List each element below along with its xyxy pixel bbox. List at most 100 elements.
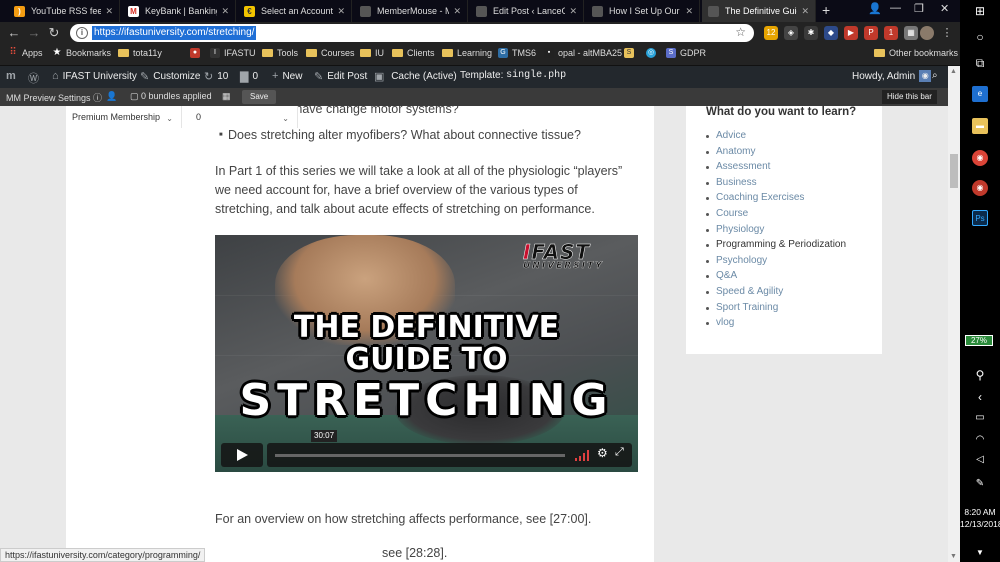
membermouse-logo-icon[interactable]: m: [6, 70, 20, 82]
wifi-icon[interactable]: ◠: [960, 434, 1000, 445]
cache-link[interactable]: ▣ Cache (Active): [374, 70, 457, 83]
bookmark-tota11y[interactable]: tota11y: [118, 48, 162, 58]
bookmark-star-icon[interactable]: ☆: [735, 25, 746, 39]
volume-tray-icon[interactable]: ◁: [960, 454, 1000, 465]
tab-select-account[interactable]: € Select an Account | M ✕: [238, 0, 352, 22]
reload-button[interactable]: ↻: [46, 25, 62, 41]
bookmark-clients[interactable]: Clients: [392, 48, 435, 58]
windows-start-icon[interactable]: ⊞: [960, 4, 1000, 18]
scroll-down-icon[interactable]: ▼: [950, 553, 957, 560]
fullscreen-icon[interactable]: ⤢: [615, 446, 624, 459]
bookmark-iu[interactable]: IU: [360, 48, 384, 58]
bookmark-ifastu[interactable]: I IFASTU: [210, 48, 256, 58]
bookmark-gdpr[interactable]: S GDPR: [666, 48, 706, 58]
bookmark-icon-only[interactable]: ●: [190, 48, 204, 58]
pdf-icon[interactable]: P: [864, 26, 878, 40]
volume-icon[interactable]: [575, 449, 591, 461]
category-link[interactable]: Anatomy: [706, 144, 846, 160]
bookmark-sp[interactable]: S: [624, 48, 638, 58]
close-icon[interactable]: ✕: [569, 6, 577, 17]
diamond-icon[interactable]: ◆: [824, 26, 838, 40]
category-link[interactable]: Q&A: [706, 268, 846, 284]
customize-link[interactable]: ✎ Customize: [140, 70, 200, 83]
cortana-icon[interactable]: ○: [960, 30, 1000, 44]
new-tab-button[interactable]: +: [822, 2, 830, 18]
comments-link[interactable]: ▇ 0: [240, 70, 258, 83]
site-name-link[interactable]: ⌂ IFAST University: [52, 70, 137, 82]
action-center-icon[interactable]: ▼: [960, 548, 1000, 557]
close-icon[interactable]: ✕: [105, 6, 113, 17]
progress-track[interactable]: [275, 454, 565, 457]
category-link[interactable]: Speed & Agility: [706, 284, 846, 300]
scroll-up-icon[interactable]: ▲: [950, 68, 957, 75]
url-text[interactable]: https://ifastuniversity.com/stretching/: [92, 26, 257, 40]
category-link[interactable]: Psychology: [706, 253, 846, 269]
youtube-icon[interactable]: ▶: [844, 26, 858, 40]
pen-icon[interactable]: ✎: [960, 478, 1000, 489]
photoshop-icon[interactable]: Ps: [972, 210, 988, 226]
close-icon[interactable]: ✕: [453, 6, 461, 17]
tab-membermouse[interactable]: MemberMouse - Me ✕: [354, 0, 468, 22]
category-link[interactable]: Sport Training: [706, 300, 846, 316]
category-link[interactable]: Coaching Exercises: [706, 190, 846, 206]
menu-icon[interactable]: ⋮: [940, 26, 954, 40]
scrollbar-thumb[interactable]: [950, 154, 958, 188]
user-avatar-icon[interactable]: [920, 26, 934, 40]
hide-bar-button[interactable]: Hide this bar: [882, 90, 937, 104]
edge-browser-icon[interactable]: e: [972, 86, 988, 102]
bookmark-other[interactable]: Other bookmarks: [874, 48, 958, 58]
close-icon[interactable]: ✕: [801, 6, 809, 17]
tab-edit-post[interactable]: Edit Post ‹ LanceGoy ✕: [470, 0, 584, 22]
extension-badge-icon[interactable]: 12: [764, 26, 778, 40]
bookmark-learning[interactable]: Learning: [442, 48, 492, 58]
task-view-icon[interactable]: ⧉: [960, 56, 1000, 71]
info-icon[interactable]: i: [76, 27, 88, 39]
howdy-admin-link[interactable]: Howdy, Admin ◉: [852, 70, 932, 82]
system-clock[interactable]: 8:20 AM 12/13/2018: [960, 506, 1000, 530]
page-scrollbar[interactable]: ▲ ▼: [948, 66, 960, 562]
close-icon[interactable]: ✕: [221, 6, 229, 17]
bookmark-tools[interactable]: Tools: [262, 48, 298, 58]
tab-definitive-guide[interactable]: The Definitive Guide ✕: [702, 0, 816, 22]
restore-button[interactable]: ❐: [914, 2, 924, 15]
days-select[interactable]: 0 ⌄: [190, 106, 298, 128]
chevron-left-icon[interactable]: ‹: [960, 390, 1000, 404]
tab-youtube-rss[interactable]: ) YouTube RSS feeds ✕: [8, 0, 120, 22]
bookmark-globe[interactable]: ◎: [646, 48, 660, 58]
bookmark-bookmarks[interactable]: ★ Bookmarks: [52, 48, 112, 59]
category-link[interactable]: Course: [706, 206, 846, 222]
search-icon[interactable]: ⌕: [932, 70, 938, 81]
close-icon[interactable]: ✕: [337, 6, 345, 17]
people-icon[interactable]: ⚲: [960, 368, 1000, 382]
video-player[interactable]: IFAST UNIVERSITY THE DEFINITIVE GUIDE TO…: [215, 235, 638, 472]
bookmark-opal[interactable]: ▪ opal - altMBA25: [544, 48, 622, 58]
chrome-profile-icon[interactable]: ◉: [972, 180, 988, 196]
calendar-icon[interactable]: ▦: [222, 91, 231, 102]
window-close-button[interactable]: ✕: [940, 2, 949, 15]
bookmark-tms6[interactable]: G TMS6: [498, 48, 536, 58]
close-icon[interactable]: ✕: [685, 6, 693, 17]
category-link[interactable]: Business: [706, 175, 846, 191]
category-link[interactable]: Physiology: [706, 222, 846, 238]
new-content-link[interactable]: + New: [272, 70, 302, 82]
template-info[interactable]: Template: single.php: [460, 70, 566, 81]
shield-icon[interactable]: ◈: [784, 26, 798, 40]
tab-keybank[interactable]: M KeyBank | Banking, C ✕: [122, 0, 236, 22]
help-icon[interactable]: ⓘ: [93, 93, 102, 103]
category-link[interactable]: Assessment: [706, 159, 846, 175]
gear-icon[interactable]: ⚙: [597, 446, 608, 460]
chrome-icon[interactable]: ◉: [972, 150, 988, 166]
edit-post-link[interactable]: ✎ Edit Post: [314, 70, 367, 83]
membership-select[interactable]: Premium Membership ⌄: [66, 106, 182, 128]
address-bar[interactable]: i https://ifastuniversity.com/stretching…: [70, 24, 754, 42]
play-button[interactable]: [221, 443, 263, 467]
category-link[interactable]: Advice: [706, 128, 846, 144]
atom-icon[interactable]: ✱: [804, 26, 818, 40]
network-icon[interactable]: ▭: [960, 412, 1000, 423]
extension-icon[interactable]: ▦: [904, 26, 918, 40]
back-button[interactable]: ←: [6, 25, 22, 41]
bookmark-apps[interactable]: ⠿ Apps: [8, 48, 42, 59]
category-link-hovered[interactable]: Programming & Periodization: [706, 237, 846, 253]
forward-button[interactable]: →: [26, 25, 42, 41]
file-explorer-icon[interactable]: ▬: [972, 118, 988, 134]
